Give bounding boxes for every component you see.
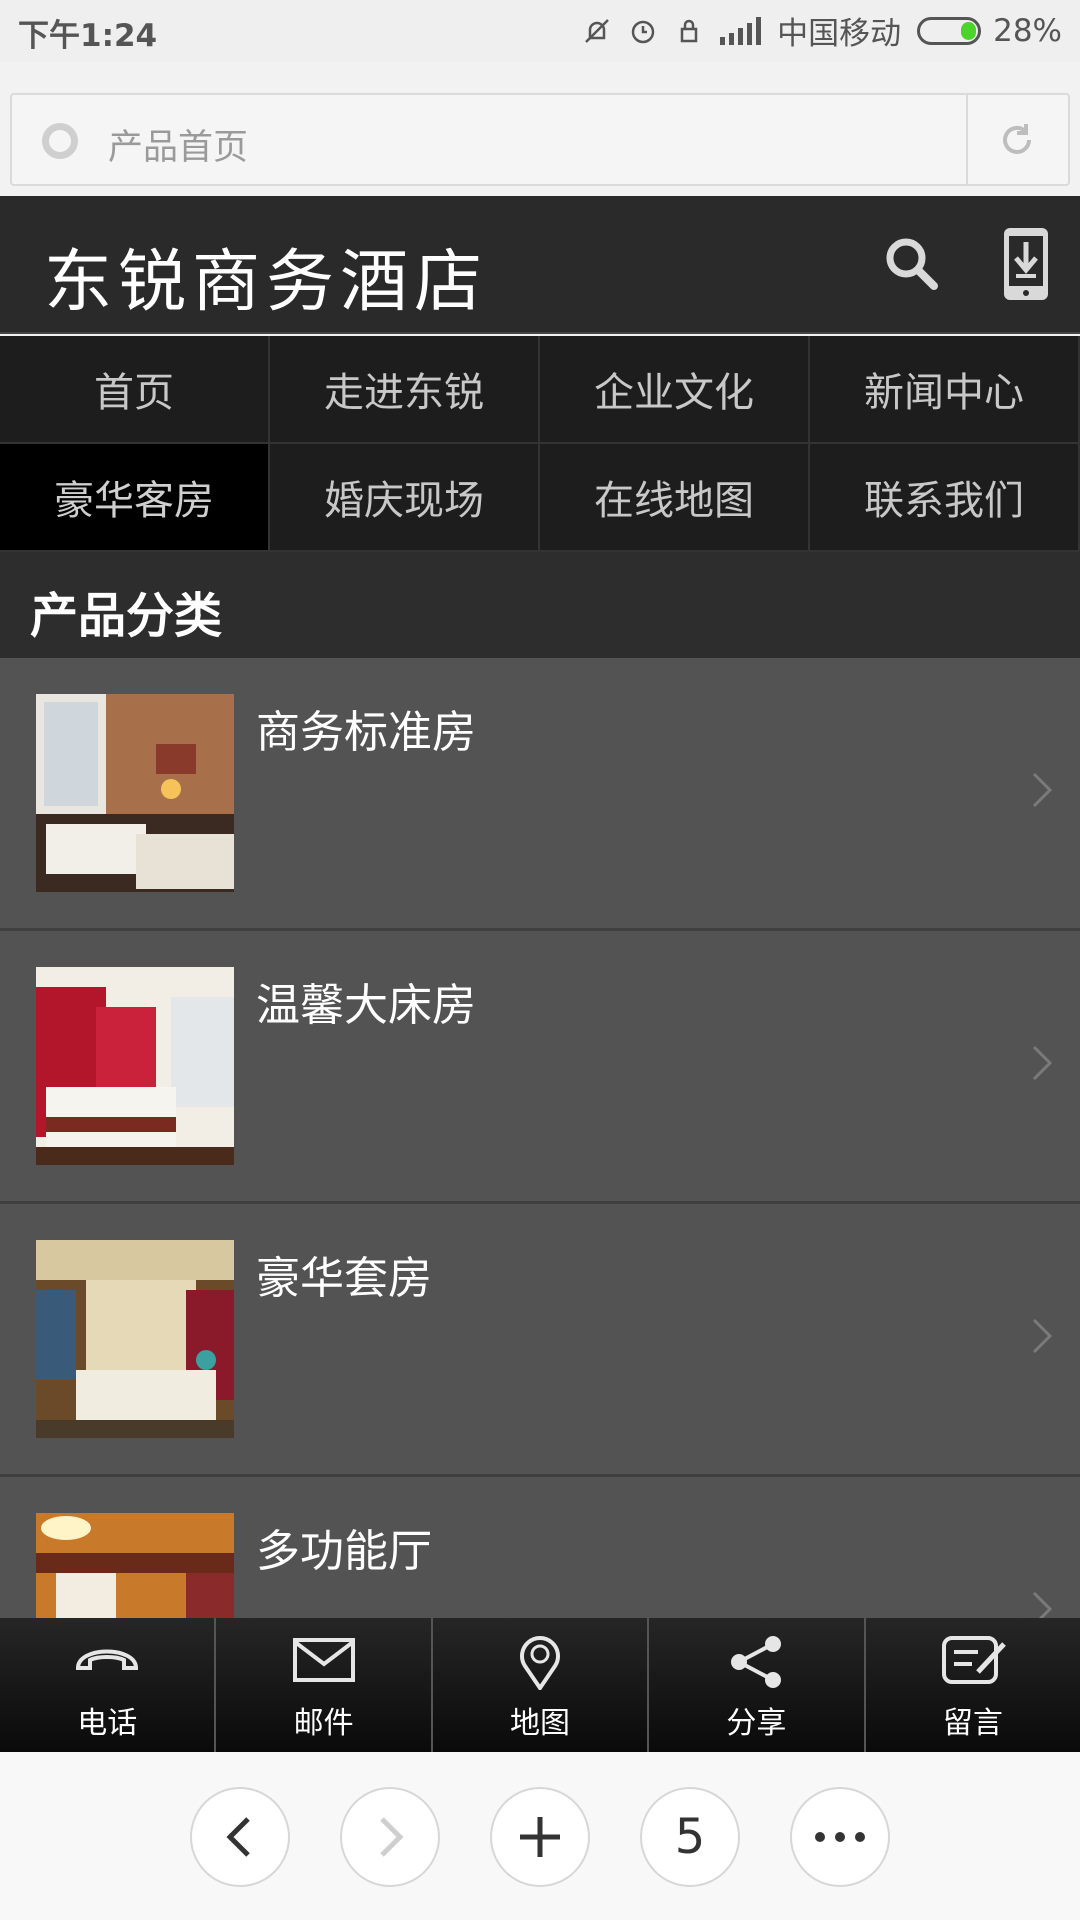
main-nav: 首页 走进东锐 企业文化 新闻中心 豪华客房 婚庆现场 在线地图 联系我们	[0, 336, 1080, 552]
toolbar-message[interactable]: 留言	[866, 1618, 1080, 1752]
battery-percent: 28%	[993, 12, 1062, 49]
toolbar-label: 地图	[510, 1706, 571, 1741]
nav-item-rooms[interactable]: 豪华客房	[0, 444, 270, 552]
mute-vibrate-icon	[585, 18, 609, 43]
carrier-name: 中国移动	[777, 16, 902, 52]
product-name: 商务标准房	[256, 707, 476, 758]
signal-icon	[720, 16, 762, 45]
mobile-download-icon[interactable]	[1000, 226, 1052, 302]
room-thumbnail	[36, 1240, 234, 1438]
address-bar[interactable]: 产品首页	[10, 93, 1070, 186]
tabs-button[interactable]: 5	[640, 1787, 740, 1887]
tab-count: 5	[674, 1809, 706, 1865]
site-logo-icon	[42, 123, 78, 159]
chevron-right-icon	[1032, 1318, 1053, 1354]
message-icon	[941, 1636, 1006, 1684]
mail-icon	[292, 1638, 355, 1682]
plus-icon	[520, 1817, 560, 1857]
nav-item-map[interactable]: 在线地图	[540, 444, 810, 552]
new-tab-button[interactable]	[490, 1787, 590, 1887]
chevron-right-icon	[1032, 1591, 1053, 1618]
status-bar: 下午1:24 中国移动 28%	[0, 0, 1080, 62]
toolbar-label: 邮件	[293, 1706, 354, 1741]
list-item[interactable]: 豪华套房	[0, 1204, 1080, 1477]
section-title: 产品分类	[30, 588, 223, 644]
product-name: 温馨大床房	[256, 980, 476, 1031]
product-list: 商务标准房 温馨大床房 豪华套房 多功能厅	[0, 658, 1080, 1618]
toolbar-map[interactable]: 地图	[433, 1618, 650, 1752]
share-icon	[731, 1636, 782, 1688]
site-title: 东锐商务酒店	[44, 243, 489, 322]
list-item[interactable]: 多功能厅	[0, 1477, 1080, 1618]
alarm-icon	[631, 20, 655, 43]
toolbar-share[interactable]: 分享	[649, 1618, 866, 1752]
forward-button[interactable]	[340, 1787, 440, 1887]
lock-icon	[680, 19, 698, 42]
quick-toolbar: 电话 邮件 地图 分享 留言	[0, 1618, 1080, 1752]
search-icon[interactable]	[880, 232, 944, 296]
toolbar-mail[interactable]: 邮件	[216, 1618, 433, 1752]
battery-icon	[917, 16, 982, 45]
more-icon	[815, 1832, 865, 1842]
chevron-right-icon	[1032, 1045, 1053, 1081]
product-name: 多功能厅	[256, 1526, 432, 1577]
nav-item-wedding[interactable]: 婚庆现场	[270, 444, 540, 552]
browser-nav-bar: 5	[0, 1752, 1080, 1920]
page-title: 产品首页	[108, 128, 249, 168]
nav-item-news[interactable]: 新闻中心	[810, 336, 1080, 444]
nav-item-about[interactable]: 走进东锐	[270, 336, 540, 444]
list-item[interactable]: 商务标准房	[0, 658, 1080, 931]
site-header: 东锐商务酒店	[0, 196, 1080, 334]
section-header: 产品分类	[0, 552, 1080, 658]
nav-item-contact[interactable]: 联系我们	[810, 444, 1080, 552]
menu-button[interactable]	[790, 1787, 890, 1887]
room-thumbnail	[36, 1513, 234, 1618]
chevron-left-icon	[226, 1817, 250, 1857]
chevron-right-icon	[1032, 772, 1053, 808]
room-thumbnail	[36, 967, 234, 1165]
room-thumbnail	[36, 694, 234, 892]
toolbar-label: 电话	[77, 1706, 138, 1741]
nav-item-home[interactable]: 首页	[0, 336, 270, 444]
status-time: 下午1:24	[18, 18, 158, 54]
nav-item-culture[interactable]: 企业文化	[540, 336, 810, 444]
back-button[interactable]	[190, 1787, 290, 1887]
list-item[interactable]: 温馨大床房	[0, 931, 1080, 1204]
refresh-icon[interactable]	[998, 121, 1036, 159]
phone-icon	[76, 1649, 139, 1670]
chevron-right-icon	[380, 1817, 404, 1857]
toolbar-label: 分享	[726, 1706, 787, 1741]
divider	[966, 95, 968, 184]
toolbar-phone[interactable]: 电话	[0, 1618, 217, 1752]
toolbar-label: 留言	[942, 1706, 1003, 1741]
map-pin-icon	[520, 1636, 561, 1690]
product-name: 豪华套房	[256, 1253, 432, 1304]
